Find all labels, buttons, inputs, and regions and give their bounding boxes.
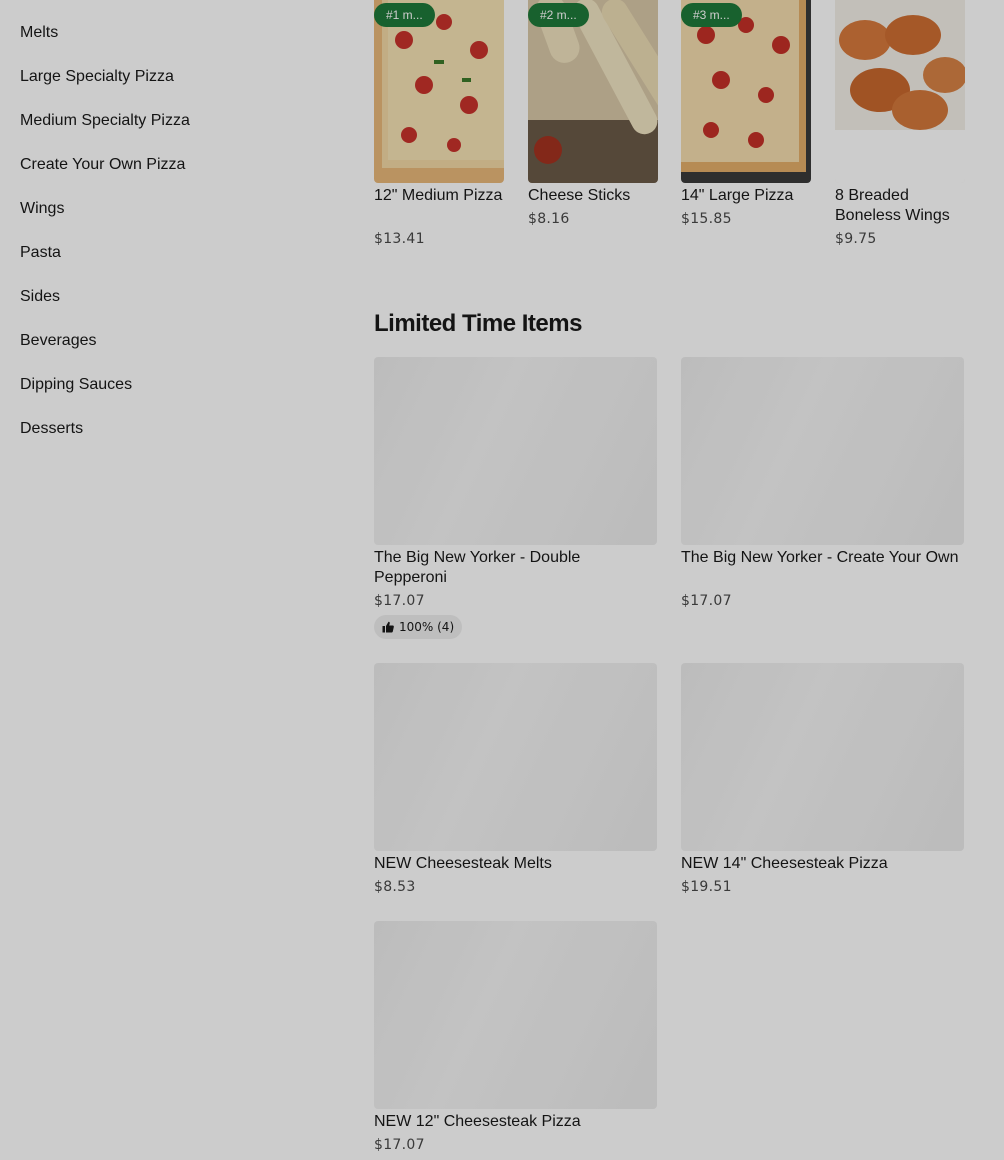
thumbs-up-icon <box>382 621 394 633</box>
item-image <box>374 0 504 183</box>
limited-item-card[interactable]: The Big New Yorker - Double Pepperoni $1… <box>374 357 657 639</box>
limited-item-card[interactable]: NEW 14" Cheesesteak Pizza $19.51 <box>681 663 964 903</box>
sidebar-item-sides[interactable]: Sides <box>20 288 60 306</box>
limited-item-card[interactable]: The Big New Yorker - Create Your Own $17… <box>681 357 964 617</box>
popular-item-card[interactable]: #1 m... 12" Medium Pizza $13.41 <box>374 0 504 250</box>
item-image-placeholder <box>374 357 657 545</box>
item-price: $13.41 <box>374 231 425 247</box>
section-title-limited-time: Limited Time Items <box>374 310 582 337</box>
item-name: The Big New Yorker - Double Pepperoni <box>374 549 581 586</box>
item-price: $8.16 <box>528 211 570 227</box>
item-name: 12" Medium Pizza <box>374 187 503 204</box>
popular-item-card[interactable]: 8 Breaded Boneless Wings $9.75 <box>835 0 965 250</box>
item-image-placeholder <box>681 663 964 851</box>
item-name: The Big New Yorker - Create Your Own <box>681 549 959 566</box>
sidebar-item-medium-specialty-pizza[interactable]: Medium Specialty Pizza <box>20 112 190 130</box>
item-image <box>835 0 965 183</box>
sidebar-item-dipping-sauces[interactable]: Dipping Sauces <box>20 376 132 394</box>
item-image-placeholder <box>374 921 657 1109</box>
sidebar-item-beverages[interactable]: Beverages <box>20 332 97 350</box>
rank-badge: #3 m... <box>681 3 742 27</box>
item-image <box>681 0 811 183</box>
item-image <box>528 0 658 183</box>
item-price: $17.07 <box>374 593 425 609</box>
popular-item-card[interactable]: #2 m... Cheese Sticks $8.16 <box>528 0 658 230</box>
sidebar-item-large-specialty-pizza[interactable]: Large Specialty Pizza <box>20 68 174 86</box>
limited-item-card[interactable]: NEW Cheesesteak Melts $8.53 <box>374 663 657 903</box>
rating-chip: 100% (4) <box>374 615 463 639</box>
item-name: NEW 14" Cheesesteak Pizza <box>681 855 888 872</box>
item-name: NEW Cheesesteak Melts <box>374 855 552 872</box>
limited-item-card[interactable]: NEW 12" Cheesesteak Pizza $17.07 <box>374 921 657 1160</box>
popular-item-card[interactable]: #3 m... 14" Large Pizza $15.85 <box>681 0 811 230</box>
item-name: 14" Large Pizza <box>681 187 794 204</box>
item-name: NEW 12" Cheesesteak Pizza <box>374 1113 581 1130</box>
sidebar-item-pasta[interactable]: Pasta <box>20 244 61 262</box>
sidebar-item-create-your-own-pizza[interactable]: Create Your Own Pizza <box>20 156 185 174</box>
sidebar-item-desserts[interactable]: Desserts <box>20 420 83 438</box>
sidebar-item-wings[interactable]: Wings <box>20 200 64 218</box>
item-price: $19.51 <box>681 879 732 895</box>
rank-badge: #1 m... <box>374 3 435 27</box>
item-price: $8.53 <box>374 879 416 895</box>
item-price: $9.75 <box>835 231 877 247</box>
item-image-placeholder <box>374 663 657 851</box>
item-name: 8 Breaded Boneless Wings <box>835 187 950 224</box>
rank-badge: #2 m... <box>528 3 589 27</box>
sidebar-item-melts[interactable]: Melts <box>20 24 58 42</box>
item-price: $15.85 <box>681 211 732 227</box>
item-image-placeholder <box>681 357 964 545</box>
item-price: $17.07 <box>681 593 732 609</box>
item-price: $17.07 <box>374 1137 425 1153</box>
item-name: Cheese Sticks <box>528 187 631 204</box>
rating-value: 100% (4) <box>399 620 455 634</box>
